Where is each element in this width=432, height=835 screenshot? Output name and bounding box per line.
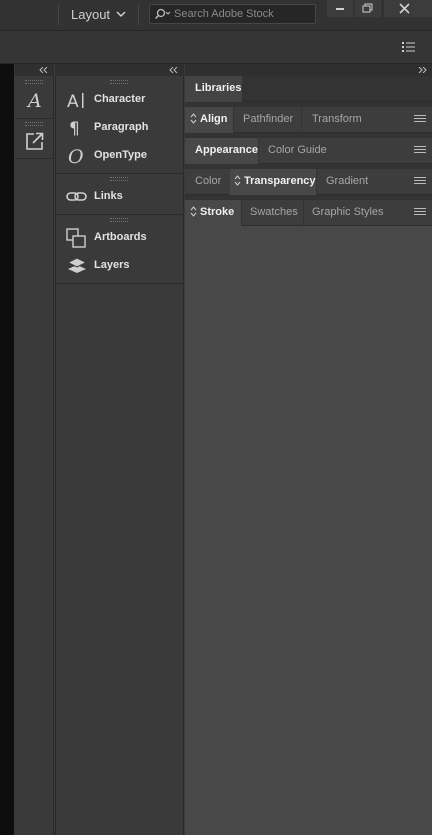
svg-text:A: A — [67, 92, 79, 111]
panel-group-appearance: Appearance Color Guide — [185, 138, 432, 164]
collapse-bar-icons[interactable] — [15, 64, 54, 76]
panel-item-links[interactable]: Links — [66, 186, 182, 208]
tab-label: Swatches — [250, 206, 298, 218]
minimize-button[interactable] — [327, 0, 353, 17]
tab-libraries[interactable]: Libraries — [185, 76, 242, 102]
tab-appearance[interactable]: Appearance — [185, 138, 258, 164]
close-button[interactable] — [384, 0, 432, 17]
group-divider — [56, 173, 183, 174]
tab-align[interactable]: Align — [185, 107, 233, 133]
tab-label: Transform — [312, 113, 362, 125]
search-icon — [154, 8, 171, 20]
artboards-icon — [66, 228, 86, 248]
divider — [138, 5, 139, 25]
panel-item-label: Character — [94, 93, 146, 105]
restore-icon — [362, 3, 373, 13]
panel-item-label: Artboards — [94, 231, 147, 243]
collapse-chevrons-icon[interactable] — [169, 67, 179, 73]
tab-label: Align — [200, 113, 228, 125]
tab-label: Libraries — [195, 82, 242, 94]
svg-text:A: A — [26, 90, 42, 111]
panel-group-libraries: Libraries — [185, 76, 432, 102]
tab-color[interactable]: Color — [185, 169, 230, 195]
tab-color-guide[interactable]: Color Guide — [258, 138, 332, 164]
tab-label: Gradient — [326, 175, 369, 187]
divider — [58, 5, 59, 25]
collapse-bar-right[interactable] — [185, 64, 432, 76]
panel-item-layers[interactable]: Layers — [66, 255, 182, 277]
panel-item-opentype[interactable]: O OpenType — [66, 145, 182, 167]
tab-label: Color — [195, 175, 222, 187]
divider — [15, 158, 53, 159]
panel-grip[interactable] — [25, 80, 43, 84]
expand-chevrons-icon[interactable] — [418, 67, 428, 73]
paragraph-icon: ¶ — [69, 119, 80, 139]
panel-group-stroke: Stroke Swatches Graphic Styles — [185, 200, 432, 226]
list-menu-icon[interactable] — [402, 41, 416, 53]
tab-stroke[interactable]: Stroke — [185, 200, 241, 226]
tab-label: Graphic Styles — [312, 206, 384, 218]
panel-group-align: Align Pathfinder Transform — [185, 107, 432, 133]
panel-item-label: Layers — [94, 259, 130, 271]
search-stock-field[interactable]: Search Adobe Stock — [149, 4, 316, 24]
minimize-icon — [336, 8, 344, 10]
layers-icon — [66, 257, 88, 273]
divider — [15, 118, 53, 119]
tab-gradient[interactable]: Gradient — [316, 169, 374, 195]
tab-label: Appearance — [195, 144, 258, 156]
links-icon — [66, 192, 87, 201]
tab-transparency[interactable]: Transparency — [230, 169, 316, 195]
tab-graphic-styles[interactable]: Graphic Styles — [303, 200, 388, 226]
panel-name-column: A Character ¶ Paragraph O OpenType Links… — [55, 76, 184, 835]
workspace-switcher-label[interactable]: Layout — [71, 7, 110, 22]
panel-item-label: Links — [94, 190, 123, 202]
svg-text:¶: ¶ — [69, 119, 80, 139]
updown-arrows-icon — [190, 113, 197, 124]
panel-grip[interactable] — [110, 177, 128, 181]
export-icon[interactable] — [25, 131, 45, 151]
tab-swatches[interactable]: Swatches — [241, 200, 303, 226]
tab-transform[interactable]: Transform — [301, 107, 367, 133]
panel-group-transparency: Color Transparency Gradient — [185, 169, 432, 195]
tab-label: Pathfinder — [243, 113, 294, 125]
tab-pathfinder[interactable]: Pathfinder — [233, 107, 301, 133]
panel-menu-icon[interactable] — [414, 177, 426, 187]
panel-menu-icon[interactable] — [414, 115, 426, 125]
panel-item-label: OpenType — [94, 149, 147, 161]
panel-item-artboards[interactable]: Artboards — [66, 227, 182, 249]
group-divider — [56, 214, 183, 215]
control-bar — [0, 30, 432, 64]
panel-menu-icon[interactable] — [414, 208, 426, 218]
panel-item-character[interactable]: A Character — [66, 89, 182, 111]
search-placeholder: Search Adobe Stock — [174, 8, 274, 20]
svg-text:O: O — [68, 146, 84, 167]
tab-label: Stroke — [200, 206, 235, 218]
panel-grip[interactable] — [110, 218, 128, 222]
updown-arrows-icon — [234, 175, 241, 186]
restore-button[interactable] — [355, 0, 381, 17]
title-bar: Layout Search Adobe Stock — [0, 0, 432, 30]
panel-menu-icon[interactable] — [414, 146, 426, 156]
panel-tab-column: Libraries Align Pathfinder Transform App… — [185, 76, 432, 835]
canvas-edge — [0, 64, 14, 835]
panel-grip[interactable] — [25, 122, 43, 126]
collapse-chevrons-icon[interactable] — [39, 67, 49, 73]
panel-item-label: Paragraph — [94, 121, 149, 133]
iconic-panel-column: A — [15, 76, 54, 835]
opentype-icon: O — [68, 146, 84, 167]
tab-label: Color Guide — [268, 144, 327, 156]
close-icon — [399, 3, 410, 14]
collapse-bar-panels[interactable] — [55, 64, 184, 76]
stroke-panel-body — [185, 226, 432, 835]
group-divider — [56, 283, 183, 284]
character-icon: A — [67, 92, 84, 111]
updown-arrows-icon — [190, 206, 197, 217]
character-styles-icon[interactable]: A — [24, 89, 46, 111]
tab-label: Transparency — [244, 175, 316, 187]
panel-item-paragraph[interactable]: ¶ Paragraph — [66, 117, 182, 139]
chevron-down-icon[interactable] — [116, 9, 126, 19]
panel-grip[interactable] — [110, 80, 128, 84]
